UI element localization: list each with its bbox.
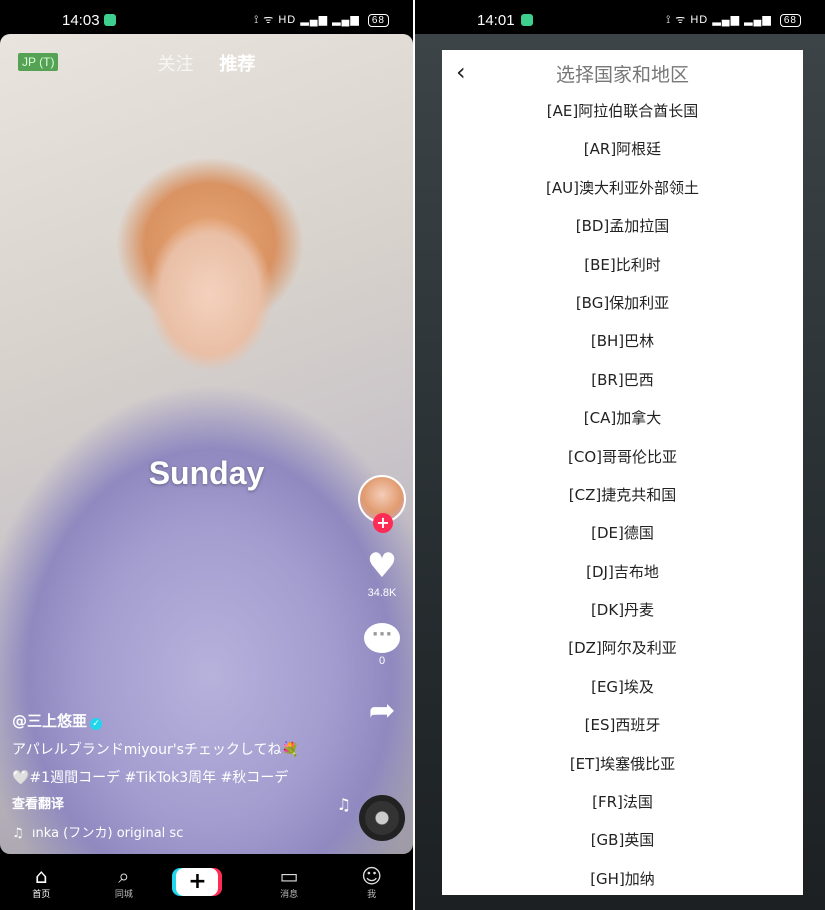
side-actions: + ♥ 34.8K ··· 0 ➦ (357, 475, 407, 729)
like-count: 34.8K (367, 587, 397, 599)
nav-nearby-label: 同城 (114, 889, 133, 900)
translate-link[interactable]: 查看翻译 (12, 793, 342, 812)
comment-count: 0 (378, 655, 386, 667)
status-time: 14:03 (62, 12, 100, 29)
country-list-item[interactable]: [AU]澳大利亚外部领土 (442, 169, 803, 207)
country-list-item[interactable]: [AE]阿拉伯联合酋长国 (442, 92, 803, 130)
vibrate-icon: ⟟ (254, 14, 260, 26)
search-icon: ⌕ (118, 863, 130, 888)
share-icon[interactable]: ➦ (357, 691, 407, 729)
creator-avatar[interactable]: + (358, 475, 406, 533)
dialog-title: 选择国家和地区 (555, 64, 689, 86)
country-list: [AE]阿拉伯联合酋长国 [AR]阿根廷 [AU]澳大利亚外部领土 [BD]孟加拉国[… (442, 92, 803, 895)
nav-me-label: 我 (367, 889, 377, 900)
left-phone-screen: 14:03 ⟟ ᯤ HD ▂▄▆ ▂▄▆ 68 JP (T) 关注 推荐 Sun… (0, 0, 413, 910)
country-list-item[interactable]: [BE]比利时 (442, 246, 803, 284)
music-title: ınka (フンカ) original sc (31, 826, 184, 841)
region-select-dialog: ‹ 选择国家和地区 [AE]阿拉伯联合酋长国 [AR]阿根廷 [AU]澳大利亚外部领… (442, 50, 803, 895)
country-list-item[interactable]: [BR]巴西 (442, 361, 803, 399)
like-action[interactable]: ♥ 34.8K (357, 547, 407, 599)
tab-following[interactable]: 关注 (158, 54, 194, 75)
country-list-item[interactable]: [CO]哥哥伦比亚 (442, 438, 803, 476)
home-icon: ⌂ (34, 863, 48, 888)
country-list-item[interactable]: [GH]加纳 (442, 860, 803, 895)
music-disc-button[interactable] (359, 795, 405, 841)
bottom-nav: ⌂ 首页 ⌕ 同城 + ▭ 消息 ☺ 我 (0, 854, 413, 910)
country-list-item[interactable]: [ES]西班牙 (442, 706, 803, 744)
country-list-item[interactable]: [EG]埃及 (442, 668, 803, 706)
right-phone-screen: 14:01 ⟟ ᯤ HD ▂▄▆ ▂▄▆ 68 ‹ 选择国家和地区 [AE]阿拉… (415, 0, 825, 910)
nav-create[interactable]: + (176, 868, 236, 896)
wifi-icon: ᯤ (263, 14, 275, 26)
country-list-item[interactable]: [CA]加拿大 (442, 399, 803, 437)
signal-icon-2: ▂▄▆ (332, 14, 360, 26)
video-overlay-text: Sunday (148, 455, 265, 491)
country-list-item[interactable]: [DE]德国 (442, 514, 803, 552)
battery-icon: 68 (779, 14, 801, 27)
share-action[interactable]: ➦ (357, 691, 407, 729)
country-list-item[interactable]: [GB]英国 (442, 821, 803, 859)
dialog-header: ‹ 选择国家和地区 (442, 50, 803, 92)
nav-inbox-label: 消息 (280, 889, 299, 900)
signal-icon: ▂▄▆ (712, 14, 741, 26)
nav-home-label: 首页 (32, 889, 51, 900)
video-caption: @三上悠亜 ✓ アパレルブランドmiyour'sチェックしてね💐 🤍#1週間コーデ… (12, 710, 342, 812)
network-label: HD (690, 14, 709, 26)
country-list-item[interactable]: [BD]孟加拉国 (442, 207, 803, 245)
vibrate-icon: ⟟ (666, 14, 672, 26)
country-list-item[interactable]: [DJ]吉布地 (442, 553, 803, 591)
verified-icon: ✓ (90, 718, 103, 730)
network-label: HD (278, 14, 297, 26)
follow-button[interactable]: + (373, 513, 393, 533)
profile-icon: ☺ (361, 863, 383, 888)
comment-icon[interactable]: ··· (364, 623, 400, 653)
creator-username[interactable]: @三上悠亜 (12, 712, 87, 730)
caption-hashtags[interactable]: 🤍#1週間コーデ #TikTok3周年 #秋コーデ (12, 767, 342, 787)
nav-me[interactable]: ☺ 我 (342, 865, 402, 900)
country-list-item[interactable]: [FR]法国 (442, 783, 803, 821)
create-button[interactable]: + (176, 868, 219, 896)
inbox-icon: ▭ (279, 863, 299, 888)
country-list-item[interactable]: [DK]丹麦 (442, 591, 803, 629)
nav-home[interactable]: ⌂ 首页 (11, 865, 71, 900)
heart-icon[interactable]: ♥ (357, 547, 407, 585)
signal-icon: ▂▄▆ (300, 14, 329, 26)
app-notification-icon (104, 14, 116, 26)
status-time: 14:01 (477, 12, 515, 29)
battery-icon: 68 (367, 14, 389, 27)
status-icons: ⟟ ᯤ HD ▂▄▆ ▂▄▆ 68 (254, 12, 389, 27)
comment-action[interactable]: ··· 0 (357, 623, 407, 667)
nav-nearby[interactable]: ⌕ 同城 (94, 865, 154, 900)
country-list-item[interactable]: [AR]阿根廷 (442, 130, 803, 168)
music-track[interactable]: ♫ ınka (フンカ) original sc (12, 822, 212, 841)
app-notification-icon (521, 14, 533, 26)
country-list-item[interactable]: [BG]保加利亚 (442, 284, 803, 322)
signal-icon-2: ▂▄▆ (744, 14, 772, 26)
caption-line-1: アパレルブランドmiyour'sチェックしてね💐 (12, 742, 299, 758)
country-list-item[interactable]: [DZ]阿尔及利亚 (442, 629, 803, 667)
music-note-icon: ♫ (12, 826, 32, 841)
feed-tabs: 关注 推荐 (0, 50, 413, 76)
status-icons: ⟟ ᯤ HD ▂▄▆ ▂▄▆ 68 (666, 12, 801, 27)
country-list-item[interactable]: [CZ]捷克共和国 (442, 476, 803, 514)
tab-for-you[interactable]: 推荐 (219, 54, 255, 75)
country-list-item[interactable]: [ET]埃塞俄比亚 (442, 745, 803, 783)
nav-inbox[interactable]: ▭ 消息 (259, 865, 319, 900)
country-list-item[interactable]: [BH]巴林 (442, 322, 803, 360)
wifi-icon: ᯤ (675, 14, 687, 26)
